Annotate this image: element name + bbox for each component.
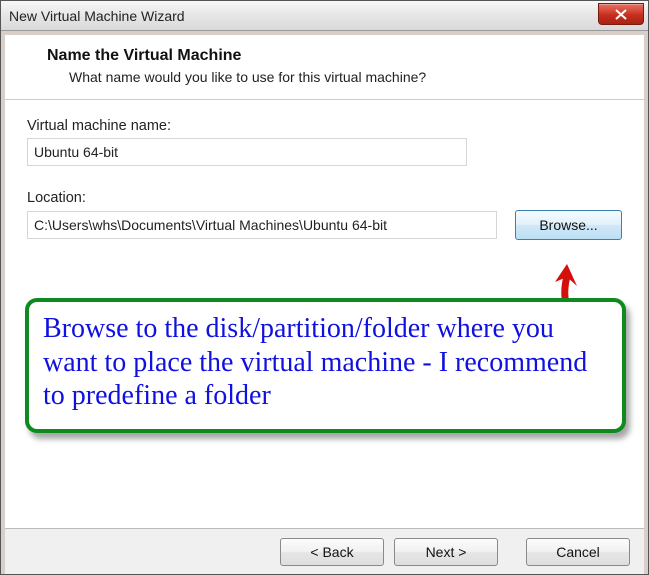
wizard-header: Name the Virtual Machine What name would… (5, 35, 644, 99)
close-button[interactable] (598, 3, 644, 25)
browse-button[interactable]: Browse... (515, 210, 622, 240)
window-title: New Virtual Machine Wizard (9, 8, 185, 24)
vm-name-input[interactable] (27, 138, 467, 166)
location-label: Location: (27, 190, 622, 206)
wizard-button-bar: < Back Next > Cancel (5, 528, 644, 574)
step-title: Name the Virtual Machine (47, 47, 624, 65)
close-icon (615, 9, 627, 20)
step-description: What name would you like to use for this… (69, 69, 624, 85)
cancel-button[interactable]: Cancel (526, 538, 630, 566)
location-input[interactable] (27, 211, 497, 239)
annotation-callout: Browse to the disk/partition/folder wher… (25, 298, 626, 433)
form-area: Virtual machine name: Location: Browse..… (5, 100, 644, 528)
next-button[interactable]: Next > (394, 538, 498, 566)
dialog-body: Name the Virtual Machine What name would… (5, 35, 644, 574)
titlebar: New Virtual Machine Wizard (1, 1, 648, 31)
annotation-text: Browse to the disk/partition/folder wher… (43, 312, 608, 413)
back-button[interactable]: < Back (280, 538, 384, 566)
vm-name-label: Virtual machine name: (27, 118, 622, 134)
